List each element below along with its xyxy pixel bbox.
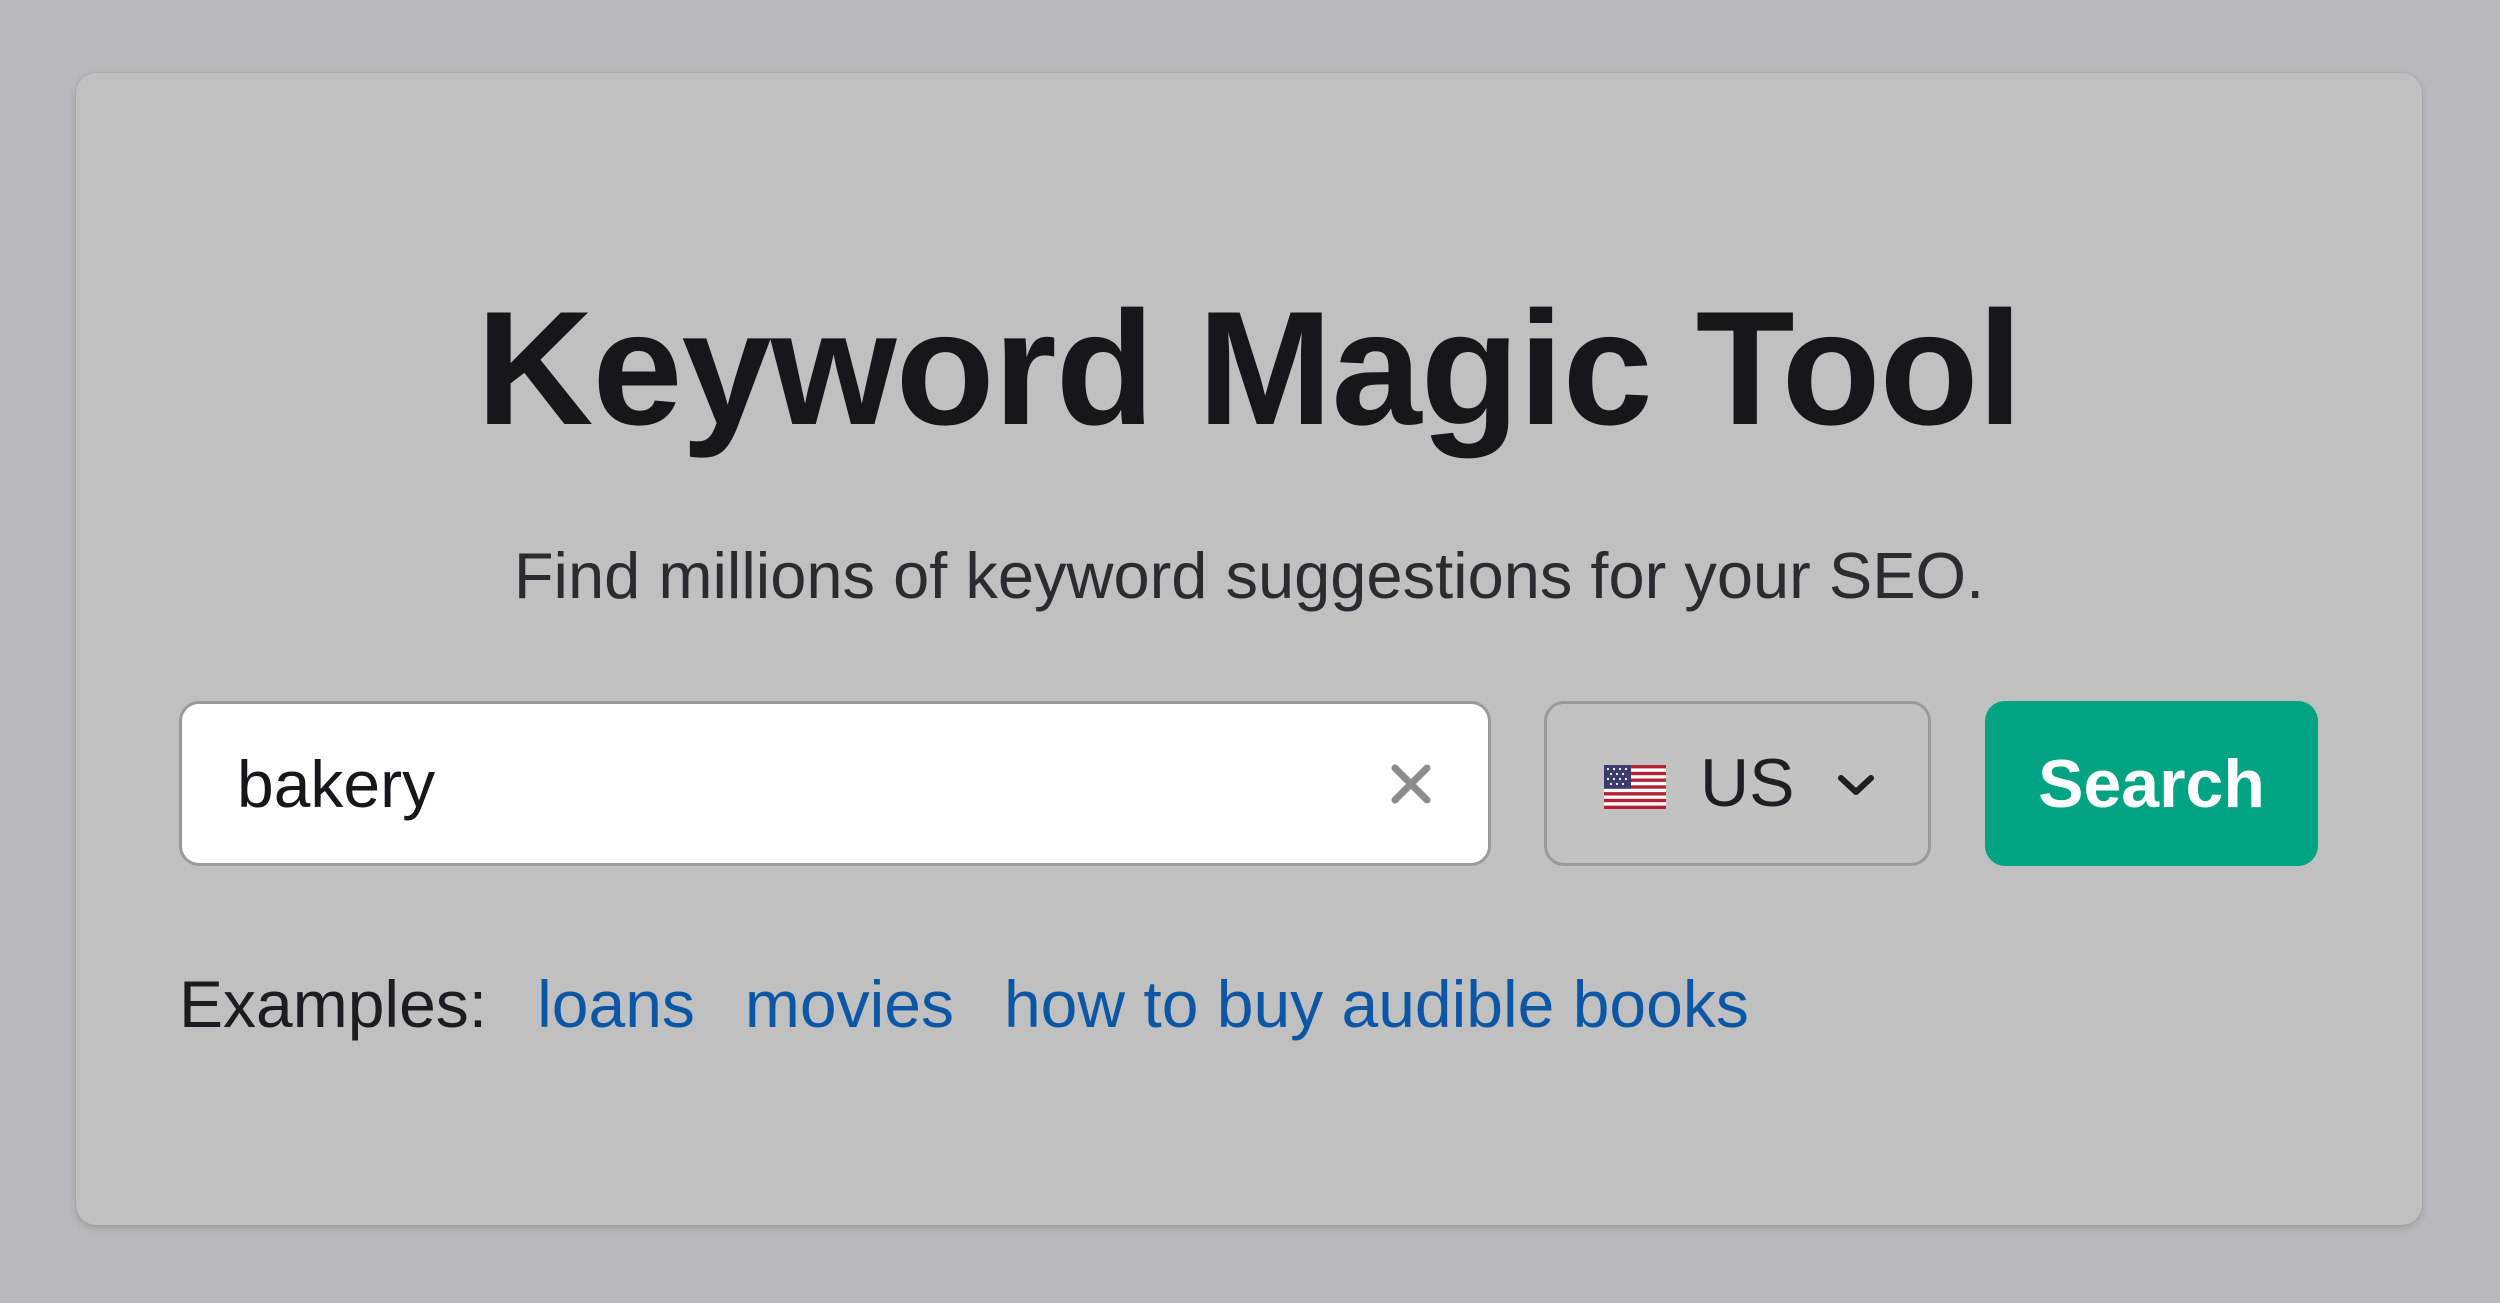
example-link-audible-books[interactable]: how to buy audible books (1004, 967, 1749, 1041)
close-icon[interactable] (1386, 759, 1436, 809)
example-link-movies[interactable]: movies (745, 967, 954, 1041)
us-flag-icon (1604, 765, 1666, 809)
search-field (179, 701, 1491, 866)
page-subtitle: Find millions of keyword suggestions for… (513, 539, 1985, 612)
examples-row: Examples: loans movies how to buy audible b… (179, 965, 1749, 1044)
country-code: US (1700, 745, 1795, 821)
chevron-down-icon (1838, 775, 1874, 795)
examples-label: Examples: (179, 967, 488, 1041)
example-link-loans[interactable]: loans (537, 967, 695, 1041)
page-title: Keyword Magic Tool (476, 278, 2022, 459)
keyword-magic-card: Keyword Magic Tool Find millions of keyw… (76, 73, 2422, 1225)
search-button[interactable]: Search (1985, 701, 2318, 866)
search-input[interactable] (237, 704, 1337, 863)
country-selector[interactable]: US (1544, 701, 1931, 866)
